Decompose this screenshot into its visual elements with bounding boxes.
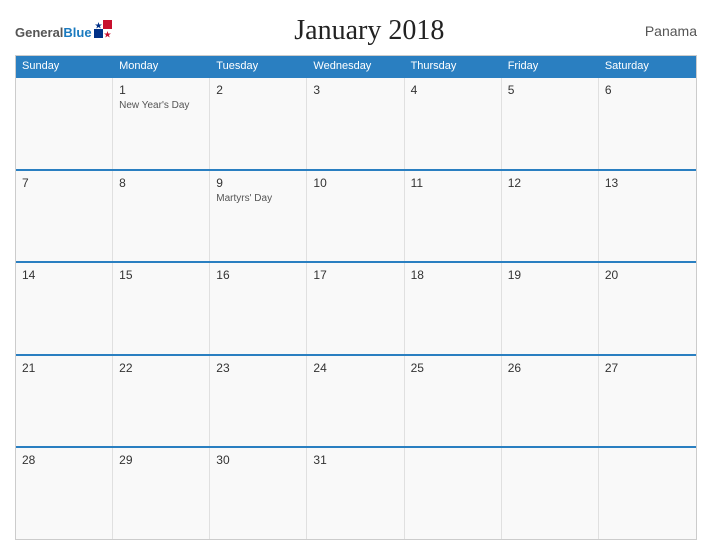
- week-row-5: 28 29 30 31: [16, 446, 696, 539]
- day-number: 12: [508, 176, 592, 190]
- day-cell-jan2: 2: [210, 78, 307, 169]
- day-number: 6: [605, 83, 690, 97]
- day-number: 14: [22, 268, 106, 282]
- day-number: 27: [605, 361, 690, 375]
- day-headers-row: Sunday Monday Tuesday Wednesday Thursday…: [16, 56, 696, 76]
- day-cell-jan12: 12: [502, 171, 599, 262]
- day-number: 24: [313, 361, 397, 375]
- day-cell-jan18: 18: [405, 263, 502, 354]
- header-tuesday: Tuesday: [210, 56, 307, 76]
- day-cell-jan9: 9 Martyrs' Day: [210, 171, 307, 262]
- day-cell-jan19: 19: [502, 263, 599, 354]
- country-name: Panama: [627, 23, 697, 39]
- day-cell-jan24: 24: [307, 356, 404, 447]
- day-cell-empty: [599, 448, 696, 539]
- day-cell-jan29: 29: [113, 448, 210, 539]
- day-cell-empty: [502, 448, 599, 539]
- day-cell-jan5: 5: [502, 78, 599, 169]
- calendar-title: January 2018: [112, 15, 627, 47]
- day-cell-jan10: 10: [307, 171, 404, 262]
- day-cell-jan6: 6: [599, 78, 696, 169]
- header-monday: Monday: [113, 56, 210, 76]
- day-cell-jan23: 23: [210, 356, 307, 447]
- day-cell-jan25: 25: [405, 356, 502, 447]
- day-number: 5: [508, 83, 592, 97]
- day-number: 10: [313, 176, 397, 190]
- day-number: 25: [411, 361, 495, 375]
- day-number: 1: [119, 83, 203, 97]
- logo: General Blue: [15, 22, 112, 40]
- week-row-3: 14 15 16 17 18 19 20: [16, 261, 696, 354]
- day-number: 8: [119, 176, 203, 190]
- day-number: 26: [508, 361, 592, 375]
- day-number: 23: [216, 361, 300, 375]
- day-cell-jan30: 30: [210, 448, 307, 539]
- header-wednesday: Wednesday: [307, 56, 404, 76]
- day-cell-jan20: 20: [599, 263, 696, 354]
- logo-general-text: General: [15, 25, 63, 40]
- day-number: 31: [313, 453, 397, 467]
- day-event-martyrs: Martyrs' Day: [216, 192, 300, 205]
- day-number: 7: [22, 176, 106, 190]
- day-cell-jan16: 16: [210, 263, 307, 354]
- day-number: 9: [216, 176, 300, 190]
- day-cell-jan22: 22: [113, 356, 210, 447]
- day-cell-jan7: 7: [16, 171, 113, 262]
- day-number: 28: [22, 453, 106, 467]
- day-cell-jan14: 14: [16, 263, 113, 354]
- day-cell-jan21: 21: [16, 356, 113, 447]
- day-cell-jan26: 26: [502, 356, 599, 447]
- day-number: 30: [216, 453, 300, 467]
- day-cell-jan31: 31: [307, 448, 404, 539]
- day-number: 4: [411, 83, 495, 97]
- header-saturday: Saturday: [599, 56, 696, 76]
- day-number: 11: [411, 176, 495, 190]
- calendar-grid: Sunday Monday Tuesday Wednesday Thursday…: [15, 55, 697, 540]
- weeks-container: 1 New Year's Day 2 3 4 5 6: [16, 76, 696, 539]
- header-friday: Friday: [502, 56, 599, 76]
- calendar-container: General Blue January 2018 Panama Sunday …: [0, 0, 712, 550]
- day-cell-empty: [16, 78, 113, 169]
- day-cell-jan28: 28: [16, 448, 113, 539]
- day-number: 18: [411, 268, 495, 282]
- day-cell-jan13: 13: [599, 171, 696, 262]
- day-cell-jan11: 11: [405, 171, 502, 262]
- day-cell-empty: [405, 448, 502, 539]
- day-number: 20: [605, 268, 690, 282]
- day-number: 17: [313, 268, 397, 282]
- day-cell-jan27: 27: [599, 356, 696, 447]
- week-row-4: 21 22 23 24 25 26 27: [16, 354, 696, 447]
- day-cell-jan3: 3: [307, 78, 404, 169]
- week-row-1: 1 New Year's Day 2 3 4 5 6: [16, 76, 696, 169]
- day-cell-jan15: 15: [113, 263, 210, 354]
- day-number: 16: [216, 268, 300, 282]
- day-number: 19: [508, 268, 592, 282]
- day-number: 29: [119, 453, 203, 467]
- day-number: 3: [313, 83, 397, 97]
- week-row-2: 7 8 9 Martyrs' Day 10 11 12: [16, 169, 696, 262]
- day-number: 15: [119, 268, 203, 282]
- logo-flag-icon: [94, 20, 112, 38]
- day-number: 13: [605, 176, 690, 190]
- header-thursday: Thursday: [405, 56, 502, 76]
- day-cell-jan4: 4: [405, 78, 502, 169]
- calendar-header: General Blue January 2018 Panama: [15, 10, 697, 55]
- day-cell-jan17: 17: [307, 263, 404, 354]
- day-number: 22: [119, 361, 203, 375]
- header-sunday: Sunday: [16, 56, 113, 76]
- day-number: 21: [22, 361, 106, 375]
- day-event-newyear: New Year's Day: [119, 99, 203, 112]
- day-cell-jan8: 8: [113, 171, 210, 262]
- day-number: 2: [216, 83, 300, 97]
- logo-blue-text: Blue: [63, 25, 91, 40]
- day-cell-jan1: 1 New Year's Day: [113, 78, 210, 169]
